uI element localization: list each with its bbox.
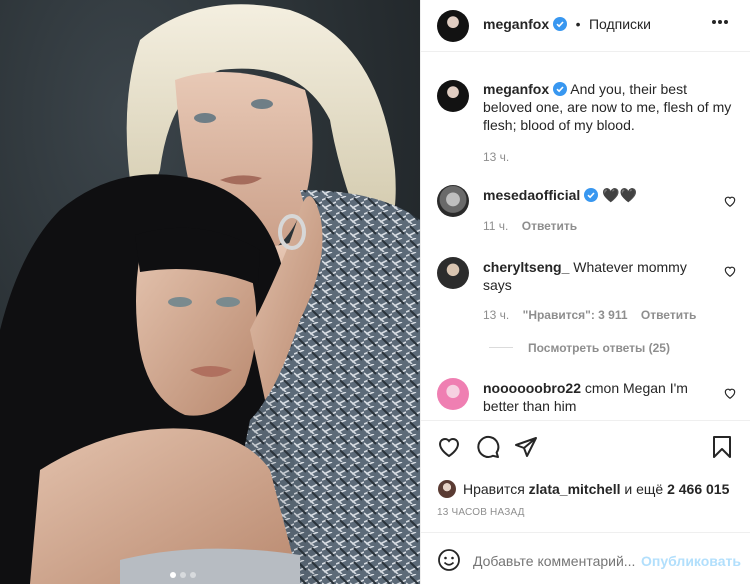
post-photo[interactable] (0, 0, 420, 584)
verified-badge-icon (584, 188, 599, 202)
verified-badge-icon (553, 82, 568, 96)
bookmark-icon[interactable] (711, 435, 733, 459)
comment-time: 11 ч. (483, 219, 509, 233)
comment-avatar[interactable] (437, 378, 469, 410)
comment-meta: 13 ч. "Нравится": 3 911 Ответить (483, 308, 696, 322)
liker-avatar[interactable] (438, 480, 456, 498)
comment-like-heart-icon[interactable] (723, 386, 737, 400)
likes-summary: Нравится zlata_mitchell и ещё 2 466 015 (463, 480, 729, 498)
actions-divider (421, 420, 750, 421)
carousel-dot (180, 572, 186, 578)
verified-badge-icon (553, 17, 568, 31)
caption-username[interactable]: meganfox (483, 81, 549, 97)
comment-text: 🖤🖤 (602, 187, 638, 203)
comment-username[interactable]: mesedaofficial (483, 187, 580, 203)
share-paper-plane-icon[interactable] (514, 435, 538, 459)
author-username[interactable]: meganfox (483, 16, 549, 32)
comment-username[interactable]: cheryltseng_ (483, 259, 569, 275)
header-separator: • (575, 16, 581, 32)
reply-button[interactable]: Ответить (522, 219, 577, 233)
like-heart-icon[interactable] (437, 435, 461, 459)
comment-username[interactable]: noooooobro22 (483, 380, 581, 396)
comment-meta: 11 ч. Ответить (483, 219, 577, 233)
comment-avatar[interactable] (437, 257, 469, 289)
post-comment-button[interactable]: Опубликовать (641, 553, 741, 569)
caption-time: 13 ч. (483, 150, 510, 164)
post-side-panel: meganfox • Подписки meganfox And you, th… (420, 0, 750, 584)
view-replies-line (489, 347, 513, 348)
carousel-dot (190, 572, 196, 578)
caption: meganfox And you, their best beloved one… (483, 80, 738, 134)
comment: mesedaofficial 🖤🖤 (483, 186, 718, 204)
comment-avatar[interactable] (437, 185, 469, 217)
post-timestamp: 13 ЧАСОВ НАЗАД (437, 507, 525, 518)
more-dots-icon[interactable] (711, 19, 729, 25)
liker-username[interactable]: zlata_mitchell (529, 481, 621, 497)
photo-illustration (0, 4, 420, 584)
post-header: meganfox • Подписки (483, 16, 651, 34)
header-divider (421, 51, 750, 52)
carousel-indicator (170, 572, 196, 578)
comment: cheryltseng_ Whatever mommy says (483, 258, 713, 294)
post-viewer: meganfox • Подписки meganfox And you, th… (0, 0, 750, 584)
reply-button[interactable]: Ответить (641, 308, 696, 322)
likes-prefix: Нравится (463, 481, 525, 497)
comment: noooooobro22 cmon Megan I'm better than … (483, 379, 715, 415)
comment-like-heart-icon[interactable] (723, 264, 737, 278)
comment-like-heart-icon[interactable] (723, 194, 737, 208)
carousel-dot (170, 572, 176, 578)
comment-bubble-icon[interactable] (476, 435, 500, 459)
likes-middle: и ещё (624, 481, 664, 497)
comment-input[interactable] (473, 550, 638, 572)
likes-count[interactable]: 2 466 015 (667, 481, 729, 497)
emoji-smiley-icon[interactable] (437, 548, 461, 572)
comment-likes-count[interactable]: "Нравится": 3 911 (523, 308, 628, 322)
caption-avatar[interactable] (437, 80, 469, 112)
view-replies-button[interactable]: Посмотреть ответы (25) (528, 341, 670, 355)
author-avatar[interactable] (437, 10, 469, 42)
input-divider (421, 532, 750, 533)
following-button[interactable]: Подписки (589, 16, 651, 32)
comment-time: 13 ч. (483, 308, 510, 322)
